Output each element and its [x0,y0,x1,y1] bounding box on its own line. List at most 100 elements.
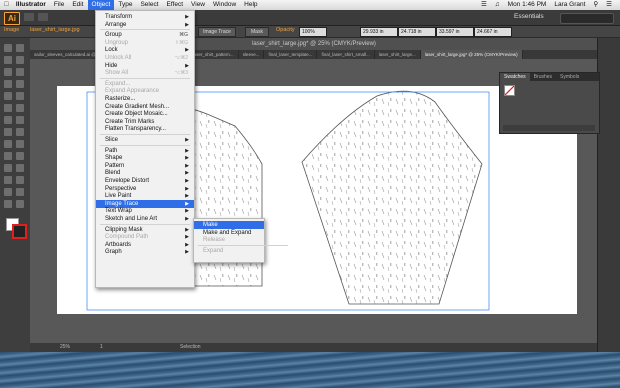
h-field[interactable]: 24.667 in [474,27,512,37]
type-tool-icon[interactable] [16,68,24,76]
volume-icon[interactable]: ♫ [491,0,504,10]
page-number[interactable]: 1 [100,343,103,352]
menu-item-flatten-transparency[interactable]: Flatten Transparency... [96,125,194,133]
eraser-tool-icon[interactable] [16,104,24,112]
menu-item-sketch-and-line-art[interactable]: Sketch and Line Art ▶ [96,215,194,223]
image-trace-button[interactable]: Image Trace [198,27,236,37]
zoom-level[interactable]: 25% [60,343,70,352]
menu-separator [100,77,190,79]
mesh-tool-icon[interactable] [4,152,12,160]
menu-shortcut: ⌥⌘3 [174,70,188,77]
menu-item-label: Release [203,237,226,244]
line-tool-icon[interactable] [4,80,12,88]
none-swatch[interactable] [504,85,515,96]
hand-tool-icon[interactable] [4,200,12,208]
illustrator-logo-icon: Ai [4,12,20,25]
zoom-tool-icon[interactable] [16,200,24,208]
w-field[interactable]: 33.597 in [436,27,474,37]
menu-item-slice[interactable]: Slice ▶ [96,136,194,144]
mask-button[interactable]: Mask [245,27,269,37]
document-tab[interactable]: laser_shirt_large... [375,50,421,59]
selection-tool-icon[interactable] [4,44,12,52]
menu-effect[interactable]: Effect [163,0,188,10]
spotlight-icon[interactable]: ⚲ [589,0,602,10]
blob-brush-tool-icon[interactable] [4,104,12,112]
menu-item-release: Release [194,236,264,244]
menu-object[interactable]: Object [87,0,115,10]
paintbrush-tool-icon[interactable] [4,92,12,100]
slice-tool-icon[interactable] [16,188,24,196]
none-swatch-slash-icon [504,85,515,96]
menu-item-show-all: Show All ⌥⌘3 [96,69,194,77]
panel-dock-strip [597,38,620,352]
menu-item-expand: Expand [194,247,264,255]
menu-item-label: Graph [105,249,122,256]
artboard-tool-icon[interactable] [4,188,12,196]
arrange-documents-icon[interactable] [38,13,48,21]
rotate-tool-icon[interactable] [4,116,12,124]
menu-help[interactable]: Help [240,0,261,10]
help-search-input[interactable] [560,13,614,24]
tab-swatches[interactable]: Swatches [500,73,530,81]
opacity-field[interactable]: 100% [299,27,327,37]
x-field[interactable]: 29.933 in [360,27,398,37]
menu-view[interactable]: View [187,0,209,10]
scale-tool-icon[interactable] [16,116,24,124]
object-menu: Transform ▶ Arrange ▶ Group ⌘G Ungroup ⇧⌘G Lock ▶… [95,10,195,288]
perspective-grid-tool-icon[interactable] [16,140,24,148]
menu-type[interactable]: Type [114,0,136,10]
stroke-color-icon[interactable] [12,224,27,239]
image-trace-submenu: Make Make and Expand Release Expand [193,218,288,263]
document-tab[interactable]: final_laser_shirt_small... [317,50,375,59]
notifications-icon[interactable]: ☰ [602,0,616,10]
menu-separator [198,244,288,246]
width-tool-icon[interactable] [4,128,12,136]
free-transform-tool-icon[interactable] [16,128,24,136]
magic-wand-tool-icon[interactable] [4,56,12,64]
blend-tool-icon[interactable] [16,164,24,172]
menu-select[interactable]: Select [136,0,162,10]
shape-builder-tool-icon[interactable] [4,140,12,148]
eyedropper-tool-icon[interactable] [4,164,12,172]
document-tab[interactable]: final_laser_template... [264,50,318,59]
status-bar: 25% 1 Selection [30,343,597,352]
tab-brushes[interactable]: Brushes [530,73,556,81]
pencil-tool-icon[interactable] [16,92,24,100]
gradient-tool-icon[interactable] [16,152,24,160]
document-tab[interactable]: laser_shirt_pattern... [189,50,239,59]
menu-window[interactable]: Window [209,0,240,10]
apple-menu-icon[interactable]:  [0,0,13,10]
control-bar: Image laser_shirt_large.jpg Image Trace … [0,26,620,38]
desktop-wallpaper-sea [0,352,620,388]
menu-app-name[interactable]: Illustrator [13,0,50,10]
clock[interactable]: Mon 1:46 PM [504,0,551,10]
rectangle-tool-icon[interactable] [16,80,24,88]
direct-selection-tool-icon[interactable] [16,44,24,52]
submenu-arrow-icon: ▶ [185,216,189,222]
menu-item-label: Slice [105,137,119,143]
column-graph-tool-icon[interactable] [16,176,24,184]
user-name[interactable]: Lara Grant [550,0,589,10]
document-tab[interactable]: sailor_sleeves_calculated.ai @... [30,50,105,59]
linked-filename[interactable]: laser_shirt_large.jpg [30,27,80,33]
bridge-icon[interactable] [24,13,34,21]
wifi-icon[interactable]: ☰ [477,0,491,10]
tab-symbols[interactable]: Symbols [556,73,583,81]
menu-item-graph[interactable]: Graph ▶ [96,248,194,256]
mac-menubar:  Illustrator File Edit Object Type Sele… [0,0,620,10]
menu-item-arrange[interactable]: Arrange ▶ [96,21,194,29]
pen-tool-icon[interactable] [4,68,12,76]
document-tab[interactable]: sleeve... [239,50,265,59]
workspace-switcher[interactable]: Essentials [514,13,544,20]
document-tab[interactable]: laser_shirt_large.jpg* @ 25% (CMYK/Previ… [420,50,523,59]
menu-separator [100,134,190,135]
y-field[interactable]: 24.718 in [398,27,436,37]
status-mode[interactable]: Selection [180,343,201,352]
app-bar: Ai Essentials [0,10,620,26]
menu-item-label: Flatten Transparency... [105,126,166,133]
menu-edit[interactable]: Edit [68,0,87,10]
menu-file[interactable]: File [50,0,68,10]
menu-item-label: Expand [203,247,224,254]
symbol-sprayer-tool-icon[interactable] [4,176,12,184]
lasso-tool-icon[interactable] [16,56,24,64]
